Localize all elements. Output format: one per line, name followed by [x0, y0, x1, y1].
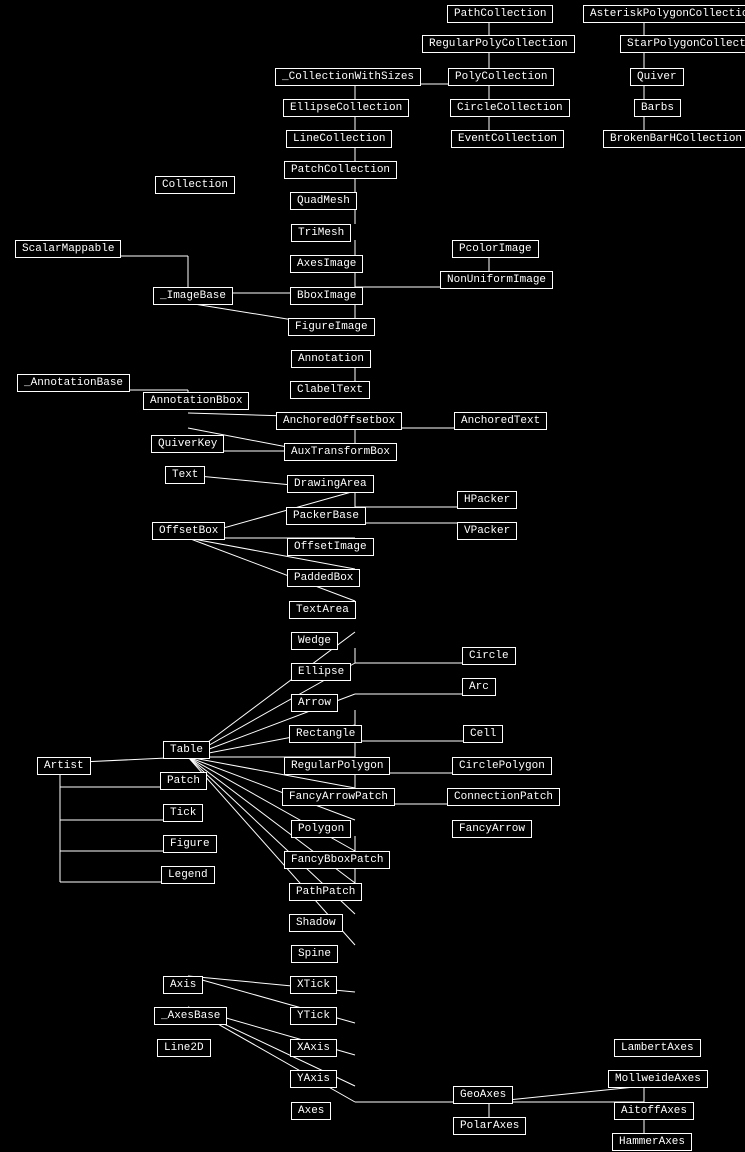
class-node-quiverkey: QuiverKey	[151, 435, 224, 453]
class-node-pcolorimage: PcolorImage	[452, 240, 539, 258]
class-node-collection: Collection	[155, 176, 235, 194]
class-node-auxtransformbox: AuxTransformBox	[284, 443, 397, 461]
class-node-eventcollection: EventCollection	[451, 130, 564, 148]
class-node-anchoredtext: AnchoredText	[454, 412, 547, 430]
class-node-textarea: TextArea	[289, 601, 356, 619]
class-node-table: Table	[163, 741, 210, 759]
class-node-tick: Tick	[163, 804, 203, 822]
class-node-offsetbox: OffsetBox	[152, 522, 225, 540]
class-node-arrow: Arrow	[291, 694, 338, 712]
class-node-xtick: XTick	[290, 976, 337, 994]
class-node-_axesbase: _AxesBase	[154, 1007, 227, 1025]
class-node-wedge: Wedge	[291, 632, 338, 650]
class-node-quiver: Quiver	[630, 68, 684, 86]
class-node-lambertaxes: LambertAxes	[614, 1039, 701, 1057]
class-node-circle: Circle	[462, 647, 516, 665]
class-node-hammeraxes: HammerAxes	[612, 1133, 692, 1151]
class-node-_annotationbase: _AnnotationBase	[17, 374, 130, 392]
class-node-patch: Patch	[160, 772, 207, 790]
class-node-axesimage: AxesImage	[290, 255, 363, 273]
class-node-patchcollection: PatchCollection	[284, 161, 397, 179]
class-node-vpacker: VPacker	[457, 522, 517, 540]
class-node-polycollection: PolyCollection	[448, 68, 554, 86]
class-node-shadow: Shadow	[289, 914, 343, 932]
class-node-circlecollection: CircleCollection	[450, 99, 570, 117]
class-node-mollweideaxes: MollweideAxes	[608, 1070, 708, 1088]
class-node-fancyarrow: FancyArrow	[452, 820, 532, 838]
class-node-geoaxes: GeoAxes	[453, 1086, 513, 1104]
class-node-offsetimage: OffsetImage	[287, 538, 374, 556]
class-node-linecollection: LineCollection	[286, 130, 392, 148]
class-node-barbs: Barbs	[634, 99, 681, 117]
class-node-fancyarrowpatch: FancyArrowPatch	[282, 788, 395, 806]
class-node-ytick: YTick	[290, 1007, 337, 1025]
class-node-legend: Legend	[161, 866, 215, 884]
class-node-packerbase: PackerBase	[286, 507, 366, 525]
class-node-xaxis: XAxis	[290, 1039, 337, 1057]
class-node-ellipse: Ellipse	[291, 663, 351, 681]
class-node-drawingarea: DrawingArea	[287, 475, 374, 493]
class-node-figure: Figure	[163, 835, 217, 853]
class-node-artist: Artist	[37, 757, 91, 775]
class-node-asteriskpolygoncollection: AsteriskPolygonCollection	[583, 5, 745, 23]
class-node-starpolygoncollection: StarPolygonCollection	[620, 35, 745, 53]
class-node-hpacker: HPacker	[457, 491, 517, 509]
class-node-aitoffaxes: AitoffAxes	[614, 1102, 694, 1120]
class-node-quadmesh: QuadMesh	[290, 192, 357, 210]
class-node-text: Text	[165, 466, 205, 484]
class-node-axes: Axes	[291, 1102, 331, 1120]
class-node-anchoredoffsetbox: AnchoredOffsetbox	[276, 412, 402, 430]
class-node-brokenbarhcollection: BrokenBarHCollection	[603, 130, 745, 148]
class-node-_imagebase: _ImageBase	[153, 287, 233, 305]
class-node-regularpolygon: RegularPolygon	[284, 757, 390, 775]
class-node-bboximage: BboxImage	[290, 287, 363, 305]
class-node-pathpatch: PathPatch	[289, 883, 362, 901]
class-node-rectangle: Rectangle	[289, 725, 362, 743]
class-node-yaxis: YAxis	[290, 1070, 337, 1088]
class-node-pathcollection: PathCollection	[447, 5, 553, 23]
class-node-figureimage: FigureImage	[288, 318, 375, 336]
class-node-line2d: Line2D	[157, 1039, 211, 1057]
class-node-regularpolycollection: RegularPolyCollection	[422, 35, 575, 53]
class-node-arc: Arc	[462, 678, 496, 696]
class-node-cell: Cell	[463, 725, 503, 743]
class-node-scalarmappable: ScalarMappable	[15, 240, 121, 258]
class-node-circlepolygon: CirclePolygon	[452, 757, 552, 775]
class-node-fancybboxpatch: FancyBboxPatch	[284, 851, 390, 869]
class-node-annotationbbox: AnnotationBbox	[143, 392, 249, 410]
class-node-polygon: Polygon	[291, 820, 351, 838]
class-node-annotation: Annotation	[291, 350, 371, 368]
class-node-nonuniformimage: NonUniformImage	[440, 271, 553, 289]
class-node-clabeltext: ClabelText	[290, 381, 370, 399]
class-node-paddedbox: PaddedBox	[287, 569, 360, 587]
class-node-ellipsecollection: EllipseCollection	[283, 99, 409, 117]
class-node-connectionpatch: ConnectionPatch	[447, 788, 560, 806]
class-node-trimesh: TriMesh	[291, 224, 351, 242]
class-node-polaraxes: PolarAxes	[453, 1117, 526, 1135]
class-node-_collectionwithsizes: _CollectionWithSizes	[275, 68, 421, 86]
class-node-axis: Axis	[163, 976, 203, 994]
class-node-spine: Spine	[291, 945, 338, 963]
